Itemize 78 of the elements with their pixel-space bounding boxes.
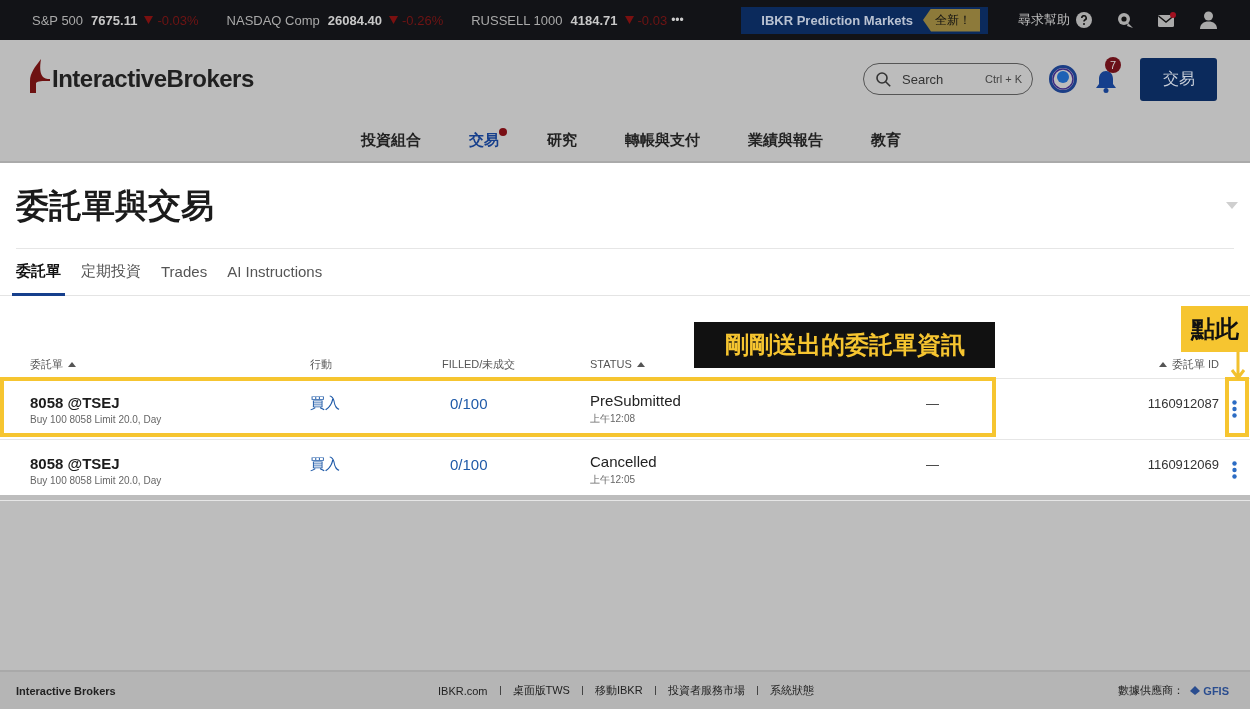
trade-button[interactable]: 交易 (1140, 57, 1217, 101)
action-link[interactable]: 買入 (310, 454, 340, 474)
help-link[interactable]: 尋求幫助 (1018, 11, 1070, 29)
footer-link[interactable]: 系統狀態 (769, 683, 814, 698)
footer-brand: Interactive Brokers (16, 684, 117, 697)
action-link[interactable]: 買入 (310, 393, 340, 413)
table-cell: — (926, 456, 939, 472)
promo-banner[interactable]: IBKR Prediction Markets 全新！ (741, 6, 988, 34)
order-symbol: 8058 @TSEJ (30, 393, 120, 411)
sort-icon (1158, 361, 1167, 367)
order-status: Cancelled (590, 453, 657, 470)
order-symbol: 8058 @TSEJ (30, 454, 120, 472)
order-status: PreSubmitted (590, 392, 681, 409)
status-time: 上午12:05 (590, 473, 636, 487)
tab[interactable]: Trades (157, 249, 212, 296)
status-time: 上午12:08 (590, 412, 636, 426)
provider-logo-icon (1190, 686, 1201, 695)
down-triangle-icon (624, 16, 634, 24)
tab[interactable]: 委託單 (12, 249, 65, 296)
more-button[interactable]: ••• (671, 13, 684, 27)
callout-label: 剛剛送出的委託單資訊 (694, 322, 995, 368)
circle-icon[interactable] (1049, 65, 1077, 93)
index-name: NASDAQ Comp (226, 12, 320, 28)
footer-link[interactable]: 投資者服務市場 (667, 683, 745, 698)
column-header[interactable]: 行動 (310, 356, 332, 372)
brand-logo[interactable]: InteractiveBrokers (52, 65, 254, 93)
column-header[interactable]: 委託單 (30, 356, 76, 372)
order-description: Buy 100 8058 Limit 20.0, Day (30, 413, 162, 425)
provider-label: 數據供應商： (1118, 683, 1185, 698)
down-triangle-icon (389, 16, 398, 24)
order-id: 1160912087 (1147, 395, 1219, 411)
search-icon (876, 72, 891, 87)
index-name: S&P 500 (32, 12, 84, 28)
more-options-icon[interactable] (1232, 461, 1237, 479)
order-id: 1160912069 (1147, 456, 1219, 472)
footer-link[interactable]: IBKR.com (438, 684, 488, 697)
index-value: 4184.71 (570, 12, 618, 28)
new-badge: 全新！ (923, 8, 980, 32)
order-description: Buy 100 8058 Limit 20.0, Day (30, 474, 162, 486)
page-title: 委託單與交易 (16, 186, 214, 226)
mail-icon[interactable] (1158, 12, 1176, 28)
flame-logo-icon (30, 59, 50, 93)
footer-link[interactable]: 移動IBKR (594, 683, 643, 698)
index-value: 26084.40 (327, 12, 382, 28)
nav-item[interactable]: 投資組合 (353, 128, 429, 150)
sort-icon (68, 361, 76, 367)
notification-count: 7 (1105, 57, 1121, 73)
index-change: -0.03 (637, 12, 668, 28)
nav-item[interactable]: 交易 (461, 128, 507, 150)
index-change: -0.26% (402, 12, 444, 28)
filled-link[interactable]: 0/100 (450, 455, 488, 473)
column-header[interactable]: FILLED/未成交 (442, 356, 516, 372)
nav-item[interactable]: 教育 (863, 128, 909, 150)
bell-icon[interactable] (1095, 69, 1117, 93)
shortcut-hint: Ctrl + K (985, 73, 1022, 85)
column-header[interactable]: STATUS (590, 358, 645, 370)
nav-item[interactable]: 轉帳與支付 (617, 128, 708, 150)
down-arrow-icon (1230, 352, 1246, 380)
user-icon[interactable] (1200, 11, 1217, 29)
help-icon[interactable] (1076, 12, 1092, 28)
index-name: RUSSELL 1000 (471, 12, 563, 28)
filled-link[interactable]: 0/100 (450, 394, 488, 412)
highlight-frame (1225, 377, 1249, 437)
sort-icon (636, 361, 645, 367)
nav-item[interactable]: 業績與報告 (740, 128, 831, 150)
index-change: -0.03% (157, 12, 199, 28)
index-value: 7675.11 (91, 12, 138, 28)
column-header[interactable]: 委託單 ID (1158, 356, 1219, 372)
nav-item[interactable]: 研究 (539, 128, 585, 150)
tab[interactable]: AI Instructions (223, 249, 327, 296)
footer-link[interactable]: 桌面版TWS (512, 683, 570, 698)
table-cell: — (926, 395, 939, 411)
provider-name: GFIS (1203, 684, 1229, 697)
more-options-icon[interactable] (1232, 400, 1237, 418)
callout-label: 點此 (1181, 306, 1248, 352)
promo-label: IBKR Prediction Markets (761, 12, 913, 28)
tab[interactable]: 定期投資 (77, 249, 145, 296)
down-triangle-icon (144, 16, 154, 24)
